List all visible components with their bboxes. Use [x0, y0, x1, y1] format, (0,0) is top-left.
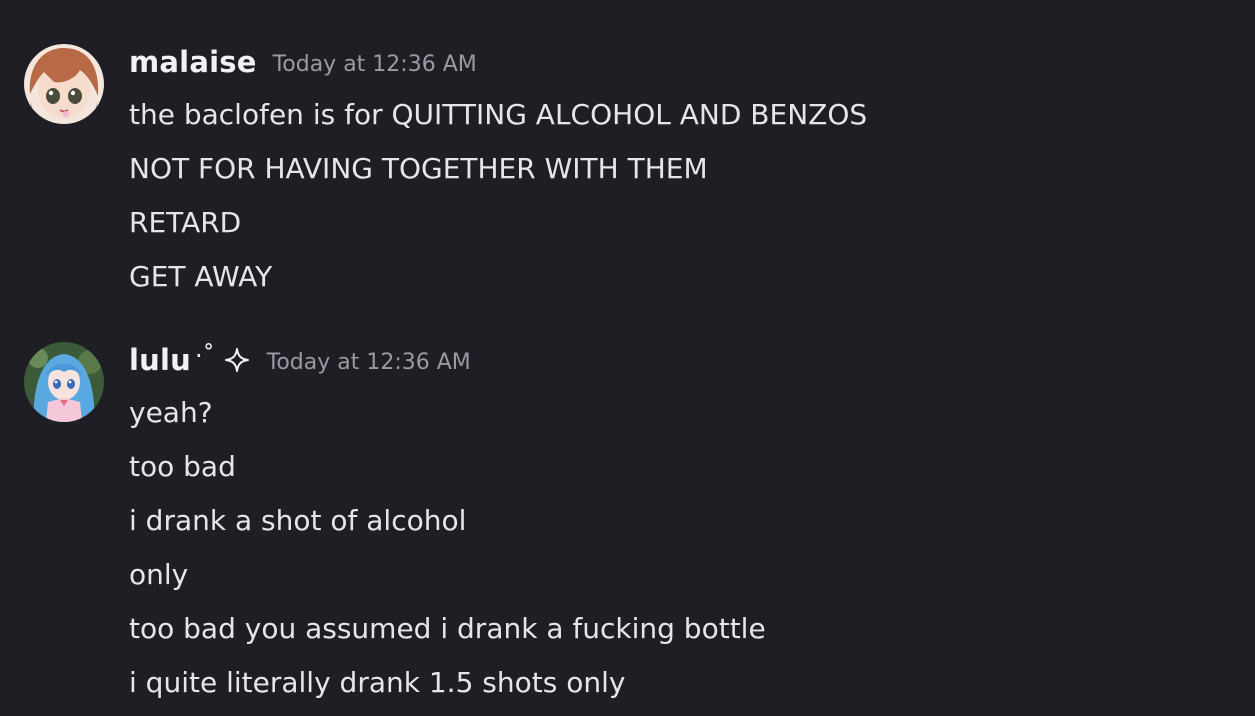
anime-avatar-brown-hair-icon: [24, 44, 104, 124]
username-decoration: ·˚: [194, 342, 215, 370]
message-line: the baclofen is for QUITTING ALCOHOL AND…: [129, 98, 868, 131]
username[interactable]: lulu: [129, 343, 191, 377]
username[interactable]: malaise: [129, 45, 257, 79]
message-header: lulu ·˚ Today at 12:36 AM: [129, 338, 471, 382]
message-line: too bad: [129, 450, 236, 483]
message-line: NOT FOR HAVING TOGETHER WITH THEM: [129, 152, 708, 185]
message-line: GET AWAY: [129, 260, 273, 293]
message-header: malaise Today at 12:36 AM: [129, 40, 477, 84]
message-line: RETARD: [129, 206, 242, 239]
message-line: yeah?: [129, 396, 213, 429]
anime-avatar-blue-hair-icon: [24, 342, 104, 422]
timestamp[interactable]: Today at 12:36 AM: [273, 52, 477, 77]
sparkle-icon: [223, 346, 251, 374]
message-line: i quite literally drank 1.5 shots only: [129, 666, 626, 699]
avatar[interactable]: [24, 342, 104, 422]
message-line: i drank a shot of alcohol: [129, 504, 467, 537]
message-lines: the baclofen is for QUITTING ALCOHOL AND…: [129, 88, 867, 304]
message-line: only: [129, 558, 189, 591]
message-lines: yeah? too bad i drank a shot of alcohol …: [129, 386, 766, 710]
message-line: too bad you assumed i drank a fucking bo…: [129, 612, 766, 645]
avatar[interactable]: [24, 44, 104, 124]
timestamp[interactable]: Today at 12:36 AM: [267, 350, 471, 375]
